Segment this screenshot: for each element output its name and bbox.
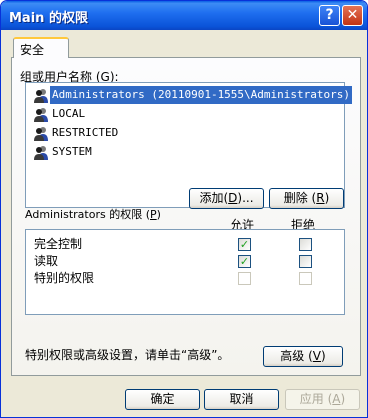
permissions-label: Administrators 的权限 (P) — [25, 208, 161, 221]
remove-button[interactable]: 删除 (R) — [269, 188, 344, 209]
permissions-dialog: Main 的权限 ? ✕ 安全 组或用户名称 (G): Administrato… — [0, 0, 368, 418]
close-icon: ✕ — [346, 7, 359, 23]
title-bar[interactable]: Main 的权限 ? ✕ — [1, 1, 367, 30]
advanced-button[interactable]: 高级 (V) — [263, 346, 343, 367]
dialog-client-area: 安全 组或用户名称 (G): Administrators (20110901-… — [5, 30, 363, 415]
checkmark-icon: ✓ — [239, 238, 250, 251]
help-icon: ? — [325, 7, 334, 23]
list-item-label: Administrators (20110901-1555\Administra… — [50, 86, 353, 104]
help-button[interactable]: ? — [319, 5, 340, 26]
user-group-icon — [34, 108, 48, 122]
list-item-restricted[interactable]: RESTRICTED — [30, 124, 340, 142]
list-item-administrators[interactable]: Administrators (20110901-1555\Administra… — [30, 86, 353, 104]
tab-security-label: 安全 — [20, 43, 45, 57]
checkmark-icon: ✓ — [239, 255, 250, 268]
advanced-settings-note: 特别权限或高级设置，请单击“高级”。 — [25, 348, 230, 362]
permission-row-read: 读取 — [34, 254, 59, 268]
permission-row-special: 特别的权限 — [34, 271, 95, 285]
deny-full-control-checkbox[interactable] — [299, 238, 312, 251]
user-group-icon — [34, 89, 48, 103]
apply-button: 应用 (A) — [285, 389, 360, 410]
ok-button[interactable]: 确定 — [125, 389, 200, 410]
user-group-icon — [34, 127, 48, 141]
deny-special-checkbox — [299, 272, 312, 285]
tab-security[interactable]: 安全 — [13, 37, 69, 58]
list-item-local[interactable]: LOCAL — [30, 105, 340, 123]
deny-read-checkbox[interactable] — [299, 255, 312, 268]
allow-read-checkbox[interactable]: ✓ — [238, 255, 251, 268]
add-button[interactable]: 添加(D)... — [189, 188, 264, 209]
list-item-label: RESTRICTED — [52, 126, 119, 139]
user-group-icon — [34, 146, 48, 160]
window-title: Main 的权限 — [9, 11, 88, 26]
permission-row-full-control: 完全控制 — [34, 237, 83, 251]
allow-full-control-checkbox[interactable]: ✓ — [238, 238, 251, 251]
list-item-label: LOCAL — [52, 107, 86, 120]
cancel-button[interactable]: 取消 — [204, 389, 279, 410]
close-button[interactable]: ✕ — [342, 5, 363, 26]
list-item-system[interactable]: SYSTEM — [30, 143, 340, 161]
permissions-list: 完全控制 ✓ 读取 ✓ 特别的权限 — [25, 229, 345, 315]
list-item-label: SYSTEM — [52, 145, 92, 158]
allow-special-checkbox — [238, 272, 251, 285]
